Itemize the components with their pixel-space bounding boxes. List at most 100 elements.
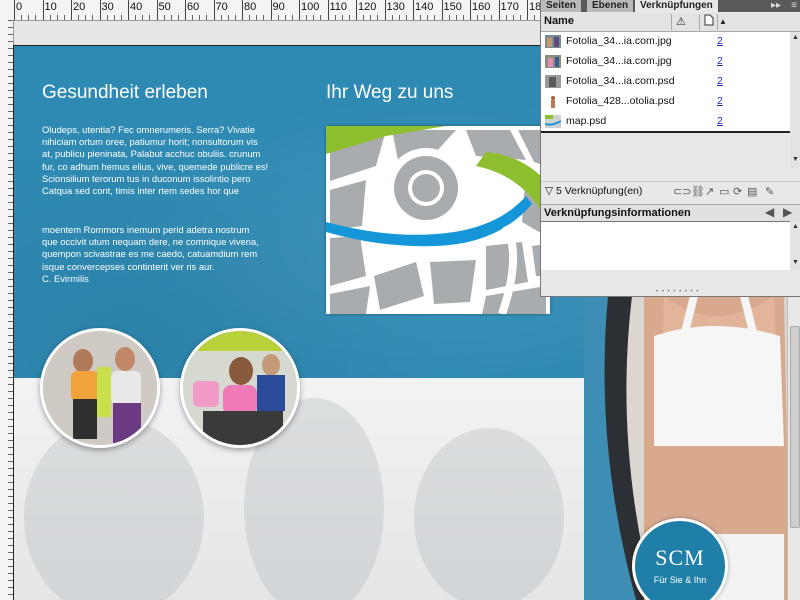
ruler-major-tick bbox=[299, 0, 300, 20]
warning-icon[interactable]: ⚠ bbox=[671, 14, 690, 30]
ruler-minor-tick bbox=[8, 125, 13, 126]
document-vertical-scrollbar[interactable] bbox=[787, 296, 800, 600]
column-name-label[interactable]: Name bbox=[544, 15, 574, 27]
link-name: Fotolia_34...ia.com.jpg bbox=[566, 55, 672, 67]
ruler-minor-tick bbox=[8, 412, 13, 413]
link-page[interactable]: 2 bbox=[717, 35, 723, 47]
scroll-down-icon[interactable]: ▼ bbox=[792, 156, 799, 163]
goto-link-icon[interactable]: ↗ bbox=[705, 185, 714, 198]
photo-thumb-icon bbox=[545, 75, 561, 88]
fitness-photo-circle-1[interactable] bbox=[40, 328, 160, 448]
ruler-minor-tick bbox=[448, 15, 450, 20]
link-info-scrollbar[interactable]: ▲ ▼ bbox=[790, 221, 800, 269]
tab-ebenen[interactable]: Ebenen bbox=[587, 0, 635, 12]
map-image[interactable] bbox=[326, 126, 550, 316]
ruler-minor-tick bbox=[263, 15, 265, 20]
ruler-minor-tick bbox=[8, 433, 13, 434]
ruler-minor-tick bbox=[8, 461, 13, 462]
update-link-icon[interactable]: ▭ bbox=[719, 185, 729, 198]
links-panel[interactable]: Seiten Ebenen Verknüpfungen ▸▸ ≡ Name ⚠ … bbox=[540, 0, 800, 297]
link-info-body bbox=[541, 221, 790, 270]
next-link-icon[interactable]: ▶ bbox=[783, 205, 792, 219]
relink-icon[interactable]: ⛓ bbox=[691, 185, 705, 198]
expand-triangle-icon[interactable]: ▽ bbox=[545, 185, 553, 197]
ruler-minor-tick bbox=[341, 15, 343, 20]
ruler-minor-tick bbox=[8, 566, 13, 567]
pencil-icon[interactable]: ✎ bbox=[765, 185, 774, 198]
ruler-minor-tick bbox=[78, 15, 80, 20]
ruler-minor-tick bbox=[455, 15, 457, 20]
ruler-minor-tick bbox=[177, 15, 179, 20]
list-item[interactable]: Fotolia_34...ia.com.psd 2 bbox=[541, 72, 790, 92]
ruler-minor-tick bbox=[8, 321, 13, 322]
ruler-minor-tick bbox=[206, 15, 208, 20]
list-divider bbox=[541, 131, 790, 133]
tab-verknuepfungen[interactable]: Verknüpfungen bbox=[635, 0, 719, 12]
collapse-panel-icon[interactable]: ▸▸ bbox=[771, 0, 781, 12]
ruler-minor-tick bbox=[35, 15, 37, 20]
ruler-minor-tick bbox=[8, 48, 13, 49]
horizontal-ruler[interactable]: 0 10 20 30 40 50 60 70 80 90 100 110 120 130 140 150 160… bbox=[0, 0, 540, 21]
ruler-minor-tick bbox=[8, 377, 13, 378]
ruler-minor-tick bbox=[8, 587, 13, 588]
ruler-minor-tick bbox=[8, 216, 13, 217]
links-list-scrollbar[interactable]: ▲ ▼ bbox=[790, 32, 800, 168]
ruler-minor-tick bbox=[462, 15, 464, 20]
ruler-minor-tick bbox=[8, 34, 13, 35]
ruler-minor-tick bbox=[8, 503, 13, 504]
scroll-up-icon[interactable]: ▲ bbox=[792, 34, 799, 41]
ruler-minor-tick bbox=[306, 15, 308, 20]
list-item[interactable]: map.psd 2 bbox=[541, 112, 790, 132]
ruler-minor-tick bbox=[420, 15, 422, 20]
ruler-minor-tick bbox=[8, 335, 13, 336]
sort-ascending-icon[interactable]: ▲ bbox=[717, 14, 728, 30]
ruler-minor-tick bbox=[8, 475, 13, 476]
ruler-minor-tick bbox=[92, 15, 94, 20]
woman-fitness-photo[interactable]: SCM Für Sie & Ihn bbox=[584, 296, 800, 600]
ruler-minor-tick bbox=[8, 531, 13, 532]
list-item[interactable]: Fotolia_34...ia.com.jpg 2 bbox=[541, 52, 790, 72]
panel-resize-grip[interactable]: • • • • • • • • bbox=[656, 289, 699, 295]
ruler-minor-tick bbox=[8, 552, 13, 553]
ruler-major-tick bbox=[71, 0, 72, 20]
edit-original-icon[interactable]: ▤ bbox=[747, 185, 757, 198]
scroll-up-icon[interactable]: ▲ bbox=[792, 223, 799, 230]
ruler-minor-tick bbox=[391, 15, 393, 20]
ruler-major-tick bbox=[156, 0, 158, 20]
tab-seiten[interactable]: Seiten bbox=[541, 0, 583, 12]
panel-menu-icon[interactable]: ≡ bbox=[791, 0, 797, 12]
ruler-minor-tick bbox=[8, 391, 13, 392]
ruler-minor-tick bbox=[192, 15, 194, 20]
map-thumb-icon bbox=[544, 115, 562, 128]
ruler-minor-tick bbox=[405, 15, 407, 20]
relink-cloud-icon[interactable]: ⊂⊃ bbox=[673, 185, 691, 198]
photo-thumb-icon bbox=[545, 55, 561, 68]
ruler-minor-tick bbox=[505, 15, 507, 20]
vertical-ruler[interactable] bbox=[0, 20, 14, 600]
scrollbar-thumb[interactable] bbox=[790, 326, 800, 528]
ruler-minor-tick bbox=[8, 496, 13, 497]
ruler-minor-tick bbox=[28, 15, 30, 20]
ruler-minor-tick bbox=[106, 15, 108, 20]
refresh-icon[interactable]: ⟳ bbox=[733, 185, 742, 198]
previous-link-icon[interactable]: ◀ bbox=[765, 205, 774, 219]
ruler-minor-tick bbox=[8, 559, 13, 560]
ruler-minor-tick bbox=[8, 188, 13, 189]
list-item[interactable]: Fotolia_34...ia.com.jpg 2 bbox=[541, 32, 790, 52]
photo-thumb-icon bbox=[545, 35, 561, 48]
link-info-header[interactable]: Verknüpfungsinformationen ◀ ▶ bbox=[541, 204, 800, 221]
ruler-minor-tick bbox=[113, 15, 115, 20]
link-count[interactable]: ▽ 5 Verknüpfung(en) bbox=[545, 185, 642, 197]
ruler-minor-tick bbox=[8, 468, 13, 469]
link-page[interactable]: 2 bbox=[717, 55, 723, 67]
link-page[interactable]: 2 bbox=[717, 95, 723, 107]
ruler-major-tick bbox=[242, 0, 243, 20]
list-item[interactable]: Fotolia_428...otolia.psd 2 bbox=[541, 92, 790, 112]
document-page[interactable]: Gesundheit erleben Oludeps, utentia? Fec… bbox=[14, 46, 584, 600]
link-page[interactable]: 2 bbox=[717, 75, 723, 87]
logo-text: SCM bbox=[655, 545, 705, 570]
page-icon[interactable] bbox=[699, 14, 718, 30]
scroll-down-icon[interactable]: ▼ bbox=[792, 259, 799, 266]
fitness-photo-circle-2[interactable] bbox=[180, 328, 300, 448]
link-page[interactable]: 2 bbox=[717, 115, 723, 127]
